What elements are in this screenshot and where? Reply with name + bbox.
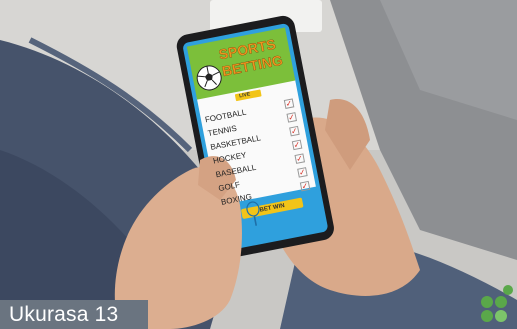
checkmark-icon: ✓ [289,125,300,136]
sports-list: FOOTBALL ✓ TENNIS ✓ BASKETBALL ✓ HOCKEY … [204,95,311,208]
caption-box: Ukurasa 13 [0,300,148,329]
checkmark-icon: ✓ [286,111,297,123]
checkmark-icon: ✓ [283,97,295,109]
photo-scene: SPORTS BETTING LIVE FOOTBALL ✓ TENNIS ✓ … [0,0,517,329]
checkmark-icon: ✓ [291,139,303,150]
page-caption: Ukurasa 13 [9,302,119,326]
live-label: LIVE [238,91,251,100]
soccer-ball-icon [196,65,222,91]
checkmark-icon: ✓ [294,152,305,164]
checkmark-icon: ✓ [299,180,311,191]
checkmark-icon: ✓ [297,166,308,178]
